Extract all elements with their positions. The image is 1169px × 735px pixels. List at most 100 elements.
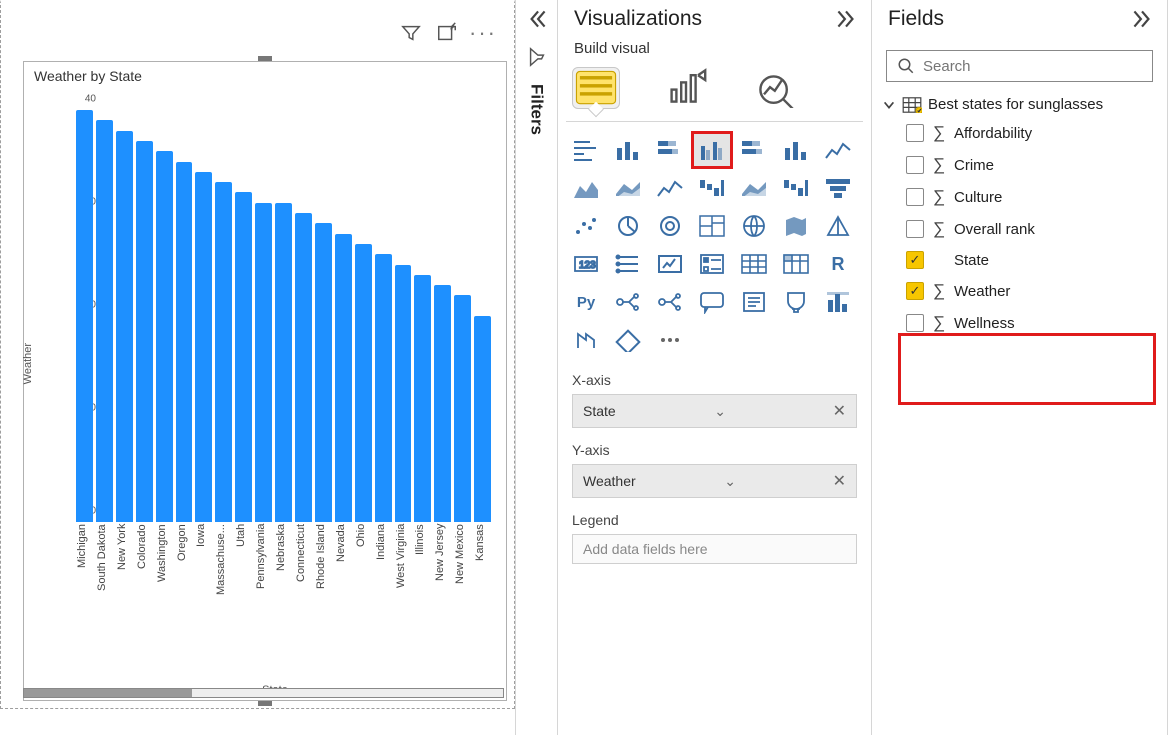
get-more-visuals-icon[interactable] [652, 324, 688, 356]
line-chart-icon[interactable] [820, 134, 856, 166]
key-influencers-icon[interactable] [610, 286, 646, 318]
collapse-visualizations-icon[interactable] [833, 6, 859, 32]
table-visual-icon[interactable] [736, 248, 772, 280]
ribbon-chart-icon[interactable] [736, 172, 772, 204]
line-clustered-column-icon[interactable] [694, 172, 730, 204]
expand-filters-icon[interactable] [524, 6, 550, 32]
visual-card[interactable]: ··· Weather by State Weather 010203040 M… [23, 61, 507, 701]
card-icon[interactable]: 123 [568, 248, 604, 280]
search-input[interactable] [923, 58, 1142, 75]
x-tick-label: Nebraska [275, 524, 295, 670]
r-visual-icon[interactable]: R [820, 248, 856, 280]
y-axis-well[interactable]: Weather ⌄ ✕ [572, 464, 857, 498]
bar[interactable] [156, 151, 173, 522]
chevron-down-icon[interactable]: ⌄ [714, 403, 726, 420]
smart-narrative-icon[interactable] [736, 286, 772, 318]
bar[interactable] [136, 141, 153, 522]
bar[interactable] [96, 120, 113, 522]
kpi-icon[interactable] [652, 248, 688, 280]
bar[interactable] [176, 162, 193, 523]
bar[interactable] [335, 234, 352, 522]
filters-pane-label[interactable]: Filters [527, 84, 547, 135]
area-chart-icon[interactable] [568, 172, 604, 204]
field-row[interactable]: State [872, 245, 1167, 275]
field-row[interactable]: ∑Crime [872, 149, 1167, 181]
bar[interactable] [474, 316, 491, 522]
bar[interactable] [275, 203, 292, 522]
paginated-report-icon[interactable] [820, 286, 856, 318]
legend-well[interactable]: Add data fields here [572, 534, 857, 564]
funnel-icon[interactable] [820, 172, 856, 204]
chevron-down-icon[interactable]: ⌄ [724, 473, 736, 490]
stacked-bar-vertical-icon[interactable] [610, 134, 646, 166]
x-tick-label: Washington [156, 524, 176, 670]
remove-field-icon[interactable]: ✕ [833, 401, 846, 421]
bar[interactable] [414, 275, 431, 522]
table-row[interactable]: Best states for sunglasses [872, 90, 1167, 117]
bar[interactable] [195, 172, 212, 522]
bar[interactable] [295, 213, 312, 522]
collapse-fields-icon[interactable] [1129, 6, 1155, 32]
bar[interactable] [375, 254, 392, 522]
scatter-icon[interactable] [568, 210, 604, 242]
power-apps-icon[interactable] [610, 324, 646, 356]
bar[interactable] [255, 203, 272, 522]
map-icon[interactable] [736, 210, 772, 242]
pie-icon[interactable] [610, 210, 646, 242]
field-checkbox[interactable] [906, 188, 924, 206]
bar[interactable] [454, 295, 471, 522]
matrix-icon[interactable] [778, 248, 814, 280]
waterfall-icon[interactable] [778, 172, 814, 204]
python-visual-icon[interactable]: Py [568, 286, 604, 318]
chevron-down-icon [882, 98, 896, 112]
bar[interactable] [355, 244, 372, 522]
arcgis-icon[interactable] [568, 324, 604, 356]
more-options-icon[interactable]: ··· [472, 22, 494, 44]
clustered-bar-horizontal-icon[interactable] [652, 134, 688, 166]
field-checkbox[interactable] [906, 156, 924, 174]
bar[interactable] [215, 182, 232, 522]
treemap-icon[interactable] [694, 210, 730, 242]
filter-icon[interactable] [400, 22, 422, 44]
bar[interactable] [395, 265, 412, 523]
azure-map-icon[interactable] [820, 210, 856, 242]
qna-icon[interactable] [694, 286, 730, 318]
stacked-bar-100-icon[interactable] [736, 134, 772, 166]
bar[interactable] [434, 285, 451, 522]
field-checkbox[interactable] [906, 314, 924, 332]
stacked-column-100-icon[interactable] [778, 134, 814, 166]
line-stacked-column-icon[interactable] [652, 172, 688, 204]
field-row[interactable]: ∑Affordability [872, 117, 1167, 149]
fields-title: Fields [888, 7, 944, 31]
fields-search[interactable] [886, 50, 1153, 82]
multirow-card-icon[interactable] [610, 248, 646, 280]
field-checkbox[interactable] [906, 282, 924, 300]
build-visual-tab[interactable] [572, 67, 620, 109]
x-axis-well[interactable]: State ⌄ ✕ [572, 394, 857, 428]
bar[interactable] [235, 192, 252, 522]
field-row[interactable]: ∑Culture [872, 181, 1167, 213]
analytics-tab[interactable] [752, 67, 800, 109]
stacked-area-icon[interactable] [610, 172, 646, 204]
bar[interactable] [116, 131, 133, 522]
clustered-column-icon[interactable] [694, 134, 730, 166]
x-tick-label: Michigan [76, 524, 96, 670]
stacked-bar-horizontal-icon[interactable] [568, 134, 604, 166]
donut-icon[interactable] [652, 210, 688, 242]
field-row[interactable]: ∑Overall rank [872, 213, 1167, 245]
format-visual-tab[interactable] [662, 67, 710, 109]
horizontal-scrollbar[interactable] [23, 688, 504, 698]
goals-icon[interactable] [778, 286, 814, 318]
bar[interactable] [315, 223, 332, 522]
filled-map-icon[interactable] [778, 210, 814, 242]
bar[interactable] [76, 110, 93, 522]
decomposition-tree-icon[interactable] [652, 286, 688, 318]
field-name: State [954, 252, 989, 269]
field-checkbox[interactable] [906, 251, 924, 269]
field-checkbox[interactable] [906, 124, 924, 142]
field-row[interactable]: ∑Weather [872, 275, 1167, 307]
focus-mode-icon[interactable] [436, 22, 458, 44]
field-checkbox[interactable] [906, 220, 924, 238]
slicer-icon[interactable] [694, 248, 730, 280]
remove-field-icon[interactable]: ✕ [833, 471, 846, 491]
